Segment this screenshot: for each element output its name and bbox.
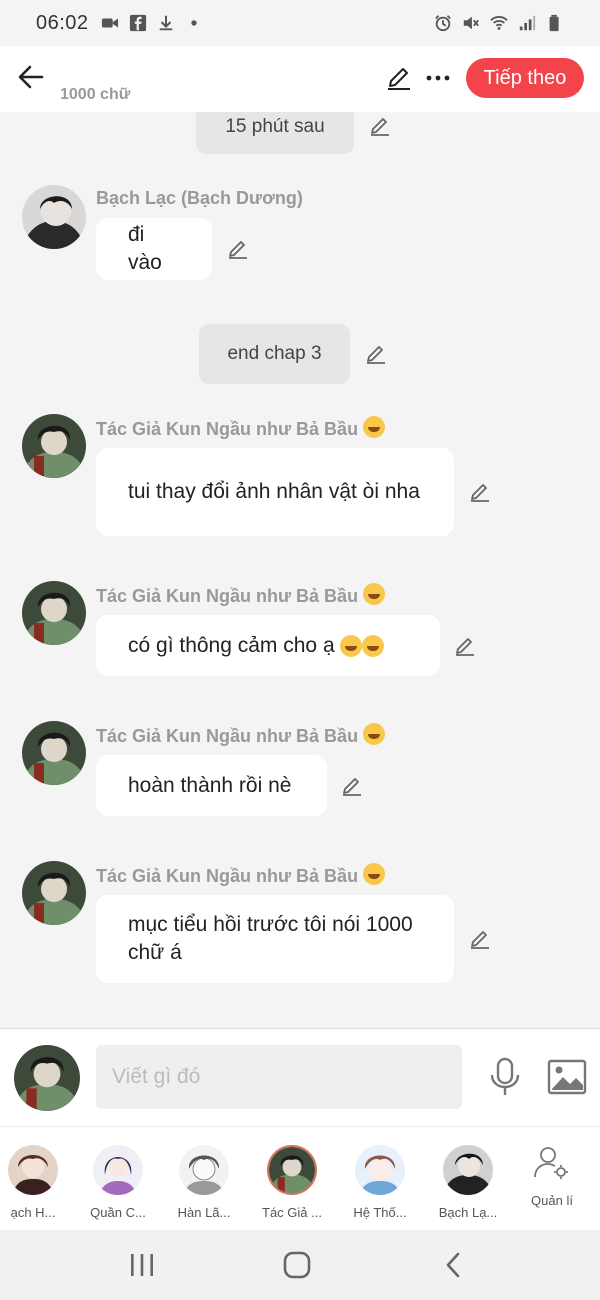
- sender-name-text: Tác Giả Kun Ngầu như Bả Bầu: [96, 419, 359, 439]
- avatar-bach-lac[interactable]: [22, 185, 86, 249]
- edit-message-icon[interactable]: [468, 927, 492, 951]
- back-nav-icon[interactable]: [438, 1250, 470, 1280]
- character-item[interactable]: Quần C...: [75, 1127, 161, 1231]
- message-bubble[interactable]: mục tiểu hồi trước tôi nói 1000 chữ á: [96, 895, 454, 983]
- edit-message-icon[interactable]: [226, 237, 250, 261]
- current-character-avatar[interactable]: [14, 1045, 80, 1111]
- edit-message-icon[interactable]: [364, 342, 388, 366]
- alarm-icon: [435, 15, 451, 32]
- avatar-image: [355, 1145, 405, 1195]
- sender-name: Tác Giả Kun Ngầu như Bả Bầu: [96, 416, 386, 440]
- avatar-image: [269, 1147, 315, 1193]
- avatar-image: [443, 1145, 493, 1195]
- avatar-author[interactable]: [22, 581, 86, 645]
- sender-name: Bạch Lạc (Bạch Dương): [96, 188, 303, 208]
- character-label: Quản lí: [531, 1193, 573, 1208]
- character-label: Quần C...: [90, 1205, 146, 1220]
- character-label: ạch H...: [10, 1205, 56, 1220]
- edit-message-icon[interactable]: [468, 480, 492, 504]
- character-avatar: [179, 1145, 229, 1195]
- recent-apps-icon[interactable]: [126, 1250, 158, 1280]
- avatar-author[interactable]: [22, 721, 86, 785]
- battery-icon: [549, 14, 559, 32]
- message-input[interactable]: [96, 1045, 462, 1109]
- system-message[interactable]: 15 phút sau: [196, 112, 354, 154]
- avatar-image: [93, 1145, 143, 1195]
- character-item[interactable]: Tác Giả ...: [249, 1127, 335, 1231]
- manage-characters-button[interactable]: Quản lí: [509, 1127, 595, 1231]
- status-time: 06:02: [36, 11, 89, 34]
- sneezing-emoji-icon: [362, 634, 385, 657]
- character-label: Hàn Lã...: [177, 1205, 231, 1220]
- next-button[interactable]: Tiếp theo: [466, 58, 584, 98]
- character-avatar: [355, 1145, 405, 1195]
- chat-area[interactable]: 15 phút sau Bạch Lạc (Bạch Dương) đi vào…: [0, 112, 600, 1028]
- more-options-icon[interactable]: [424, 64, 452, 92]
- system-navigation-bar: [0, 1230, 600, 1300]
- sneezing-emoji-icon: [340, 634, 363, 657]
- sender-name-text: Tác Giả Kun Ngầu như Bả Bầu: [96, 586, 359, 606]
- home-icon[interactable]: [281, 1250, 313, 1280]
- status-bar: 06:02: [0, 0, 600, 46]
- download-icon: [159, 15, 172, 31]
- user-settings-icon: [534, 1147, 568, 1179]
- signal-icon: [519, 15, 536, 31]
- avatar-image: [179, 1145, 229, 1195]
- avatar-image: [22, 861, 86, 925]
- sender-name-text: Tác Giả Kun Ngầu như Bả Bầu: [96, 866, 359, 886]
- character-avatar: [8, 1145, 58, 1195]
- avatar-image: [8, 1145, 58, 1195]
- avatar-author[interactable]: [22, 414, 86, 478]
- top-app-bar: 1000 chữ Tiếp theo: [0, 46, 600, 112]
- message-composer: [0, 1028, 600, 1126]
- sender-name-text: Tác Giả Kun Ngầu như Bả Bầu: [96, 726, 359, 746]
- character-avatar: [443, 1145, 493, 1195]
- message-bubble[interactable]: tui thay đổi ảnh nhân vật òi nha: [96, 448, 454, 536]
- avatar-image: [22, 185, 86, 249]
- sender-name: Tác Giả Kun Ngầu như Bả Bầu: [96, 583, 386, 607]
- grin-emoji-icon: [363, 416, 386, 438]
- avatar-author[interactable]: [22, 861, 86, 925]
- character-label: Bạch Lạ...: [438, 1205, 498, 1220]
- character-item[interactable]: ạch H...: [0, 1127, 76, 1231]
- character-item[interactable]: Hệ Thố...: [337, 1127, 423, 1231]
- character-label: Hệ Thố...: [353, 1205, 407, 1220]
- grin-emoji-icon: [363, 863, 386, 885]
- word-count: 1000 chữ: [60, 86, 131, 103]
- avatar-image: [22, 581, 86, 645]
- edit-message-icon[interactable]: [368, 114, 392, 138]
- video-camera-icon: [101, 18, 118, 28]
- wifi-icon: [490, 16, 508, 30]
- message-bubble[interactable]: có gì thông cảm cho ạ: [96, 615, 440, 676]
- grin-emoji-icon: [363, 583, 386, 605]
- status-right-icons: [434, 14, 564, 32]
- character-label: Tác Giả ...: [262, 1205, 322, 1220]
- status-left-icons: [101, 14, 203, 32]
- sender-name: Tác Giả Kun Ngầu như Bả Bầu: [96, 863, 386, 887]
- system-message[interactable]: end chap 3: [199, 324, 350, 384]
- character-item[interactable]: Hàn Lã...: [161, 1127, 247, 1231]
- message-bubble[interactable]: đi vào: [96, 218, 212, 280]
- edit-message-icon[interactable]: [453, 634, 477, 658]
- message-text: có gì thông cảm cho ạ: [128, 633, 335, 657]
- grin-emoji-icon: [363, 723, 386, 745]
- microphone-icon[interactable]: [488, 1057, 522, 1097]
- character-item[interactable]: Bạch Lạ...: [425, 1127, 511, 1231]
- avatar-image: [14, 1045, 80, 1111]
- edit-message-icon[interactable]: [340, 774, 364, 798]
- avatar-image: [22, 721, 86, 785]
- mute-icon: [463, 16, 479, 30]
- avatar-image: [22, 414, 86, 478]
- image-icon[interactable]: [547, 1059, 587, 1095]
- character-avatar: [267, 1145, 317, 1195]
- edit-pen-icon[interactable]: [385, 64, 413, 92]
- sender-name: Tác Giả Kun Ngầu như Bả Bầu: [96, 723, 386, 747]
- back-arrow-icon[interactable]: [14, 60, 48, 94]
- message-bubble[interactable]: hoàn thành rồi nè: [96, 755, 327, 816]
- character-selector: ạch H... Quần C... Hàn Lã... Tác Giả ...…: [0, 1126, 600, 1230]
- notification-dot-icon: [190, 20, 197, 26]
- facebook-icon: [129, 14, 146, 32]
- character-avatar: [93, 1145, 143, 1195]
